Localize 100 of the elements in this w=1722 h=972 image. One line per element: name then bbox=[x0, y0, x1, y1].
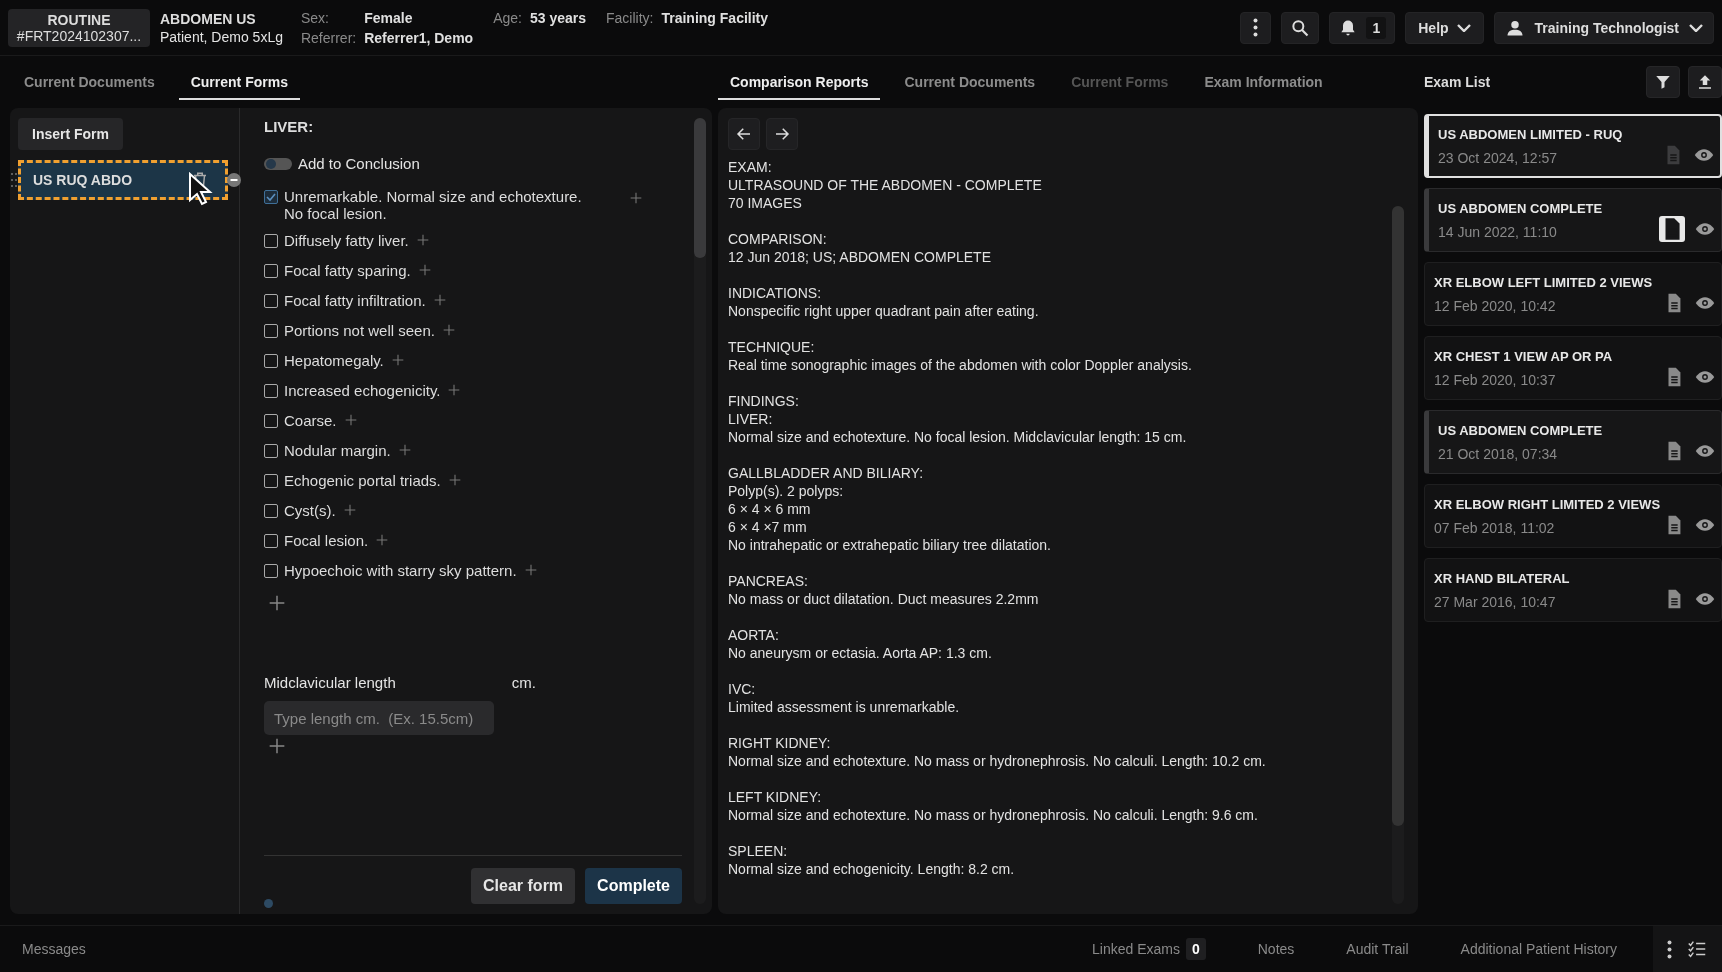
conclusion-toggle[interactable] bbox=[264, 157, 292, 170]
checkbox[interactable] bbox=[264, 564, 278, 578]
chevron-down-icon bbox=[1689, 23, 1703, 32]
help-button[interactable]: Help bbox=[1405, 11, 1484, 44]
forward-button[interactable] bbox=[766, 118, 798, 150]
exam-title: XR CHEST 1 VIEW AP OR PA bbox=[1434, 348, 1613, 364]
footer-tab[interactable]: Audit Trail bbox=[1340, 940, 1415, 958]
arrow-left-icon bbox=[735, 125, 753, 143]
tab[interactable]: Comparison Reports bbox=[718, 68, 881, 100]
field-label: Sex: bbox=[300, 9, 330, 26]
section-heading: LIVER: bbox=[264, 118, 315, 135]
finding-label: Coarse. bbox=[284, 412, 337, 429]
report-text: LIVER: bbox=[728, 410, 774, 428]
finding-label: Nodular margin. bbox=[284, 442, 391, 459]
field-value: Female bbox=[364, 9, 414, 26]
exam-card[interactable]: XR ELBOW LEFT LIMITED 2 VIEWS 12 Feb 2020, 10:42 bbox=[1424, 262, 1722, 326]
upload-button[interactable] bbox=[1688, 66, 1722, 98]
finding-label: Focal lesion. bbox=[284, 532, 369, 549]
report-heading: PANCREAS: bbox=[728, 572, 809, 590]
filter-button[interactable] bbox=[1646, 66, 1680, 98]
form-item[interactable]: US RUQ ABDO bbox=[18, 160, 228, 200]
field-value: 53 years bbox=[529, 9, 586, 26]
tab[interactable]: Current Documents bbox=[892, 68, 1048, 100]
finding-label: Hypoechoic with starry sky pattern. bbox=[284, 562, 517, 579]
exam-card[interactable]: US ABDOMEN LIMITED - RUQ 23 Oct 2024, 12:57 bbox=[1424, 114, 1722, 178]
exam-date: 12 Feb 2020, 10:37 bbox=[1434, 371, 1557, 388]
exam-card[interactable]: XR CHEST 1 VIEW AP OR PA 12 Feb 2020, 10:37 bbox=[1424, 336, 1722, 400]
exam-title: XR ELBOW LEFT LIMITED 2 VIEWS bbox=[1434, 274, 1653, 290]
report-text: Normal size and echotexture. No focal lesion. Midclavicular length: 15 cm. bbox=[728, 428, 1188, 446]
mouse-pointer-icon bbox=[188, 172, 214, 206]
finding-label: Cyst(s). bbox=[284, 502, 336, 519]
checkbox[interactable] bbox=[264, 190, 278, 204]
more-icon[interactable] bbox=[1667, 939, 1672, 959]
tab[interactable]: Exam Information bbox=[1192, 68, 1335, 100]
toggle-label: Add to Conclusion bbox=[298, 155, 420, 172]
exam-title: US ABDOMEN COMPLETE bbox=[1438, 422, 1603, 438]
field-label: Referrer: bbox=[300, 29, 357, 46]
finding-label: Echogenic portal triads. bbox=[284, 472, 441, 489]
count-badge: 0 bbox=[1185, 938, 1206, 960]
checkbox[interactable] bbox=[264, 414, 278, 428]
exam-date: 21 Oct 2018, 07:34 bbox=[1438, 445, 1559, 462]
exam-card[interactable]: XR ELBOW RIGHT LIMITED 2 VIEWS 07 Feb 2018, 11:02 bbox=[1424, 484, 1722, 548]
remove-icon[interactable] bbox=[227, 173, 241, 187]
clear-form-button[interactable]: Clear form bbox=[471, 868, 576, 904]
checkbox[interactable] bbox=[264, 534, 278, 548]
arrow-right-icon bbox=[773, 125, 791, 143]
checkbox[interactable] bbox=[264, 354, 278, 368]
exam-card[interactable]: US ABDOMEN COMPLETE 21 Oct 2018, 07:34 bbox=[1424, 410, 1722, 474]
checkbox[interactable] bbox=[264, 324, 278, 338]
report-text: Normal size and echotexture. No mass or hydronephrosis. No calculi. Length: 9.6 cm. bbox=[728, 806, 1259, 824]
report-heading: SPLEEN: bbox=[728, 842, 789, 860]
report-heading: EXAM: bbox=[728, 158, 773, 176]
filter-icon bbox=[1654, 73, 1672, 91]
report-text: No intrahepatic or extrahepatic biliary tree dilatation. bbox=[728, 536, 1052, 554]
exam-name: ABDOMEN US bbox=[160, 10, 257, 27]
report-text: 12 Jun 2018; US; ABDOMEN COMPLETE bbox=[728, 248, 992, 266]
notifications-button[interactable]: 1 bbox=[1329, 11, 1396, 44]
drag-handle-icon[interactable] bbox=[10, 172, 18, 188]
checkbox[interactable] bbox=[264, 474, 278, 488]
search-button[interactable] bbox=[1281, 11, 1320, 44]
measurement-label: Midclavicular length bbox=[264, 674, 396, 691]
checkbox[interactable] bbox=[264, 264, 278, 278]
tab[interactable]: Current Documents bbox=[12, 68, 167, 100]
field-value: Referrer1, Demo bbox=[364, 29, 474, 46]
exam-date: 23 Oct 2024, 12:57 bbox=[1438, 149, 1559, 166]
checkbox[interactable] bbox=[264, 294, 278, 308]
scrollbar[interactable] bbox=[694, 118, 706, 904]
exam-date: 07 Feb 2018, 11:02 bbox=[1434, 519, 1556, 536]
report-text: 6 × 4 × 6 mm bbox=[728, 500, 812, 518]
complete-button[interactable]: Complete bbox=[585, 868, 682, 904]
report-heading: GALLBLADDER AND BILIARY: bbox=[728, 464, 925, 482]
checkbox[interactable] bbox=[264, 234, 278, 248]
back-button[interactable] bbox=[728, 118, 760, 150]
checkbox[interactable] bbox=[264, 444, 278, 458]
unit-label: cm. bbox=[511, 674, 536, 691]
footer-tab[interactable]: Linked Exams 0 bbox=[1086, 937, 1212, 961]
report-heading: RIGHT KIDNEY: bbox=[728, 734, 832, 752]
report-text: Normal size and echotexture. No mass or hydronephrosis. No calculi. Length: 10.2 cm. bbox=[728, 752, 1267, 770]
report-text: Limited assessment is unremarkable. bbox=[728, 698, 961, 716]
checkbox[interactable] bbox=[264, 384, 278, 398]
checkbox[interactable] bbox=[264, 504, 278, 518]
footer-tab[interactable]: Notes bbox=[1251, 940, 1301, 958]
exam-card[interactable]: US ABDOMEN COMPLETE 14 Jun 2022, 11:10 bbox=[1424, 188, 1722, 252]
user-menu-button[interactable]: Training Technologist bbox=[1493, 11, 1714, 44]
report-heading: FINDINGS: bbox=[728, 392, 800, 410]
document-icon[interactable] bbox=[1659, 216, 1685, 242]
messages-label[interactable]: Messages bbox=[22, 941, 86, 957]
exam-date: 27 Mar 2016, 10:47 bbox=[1434, 593, 1557, 610]
report-heading: AORTA: bbox=[728, 626, 780, 644]
report-heading: COMPARISON: bbox=[728, 230, 828, 248]
insert-form-button[interactable]: Insert Form bbox=[18, 118, 123, 150]
finding-label: Diffusely fatty liver. bbox=[284, 232, 409, 249]
scrollbar[interactable] bbox=[1392, 206, 1404, 904]
field-label: Facility: bbox=[606, 9, 654, 26]
length-input[interactable]: Type length cm. (Ex. 15.5cm) bbox=[264, 701, 494, 735]
footer-tab[interactable]: Additional Patient History bbox=[1454, 940, 1623, 958]
exam-card[interactable]: XR HAND BILATERAL 27 Mar 2016, 10:47 bbox=[1424, 558, 1722, 622]
tab[interactable]: Current Forms bbox=[178, 68, 300, 100]
more-menu-button[interactable] bbox=[1240, 11, 1272, 44]
exam-title: XR ELBOW RIGHT LIMITED 2 VIEWS bbox=[1434, 496, 1661, 512]
